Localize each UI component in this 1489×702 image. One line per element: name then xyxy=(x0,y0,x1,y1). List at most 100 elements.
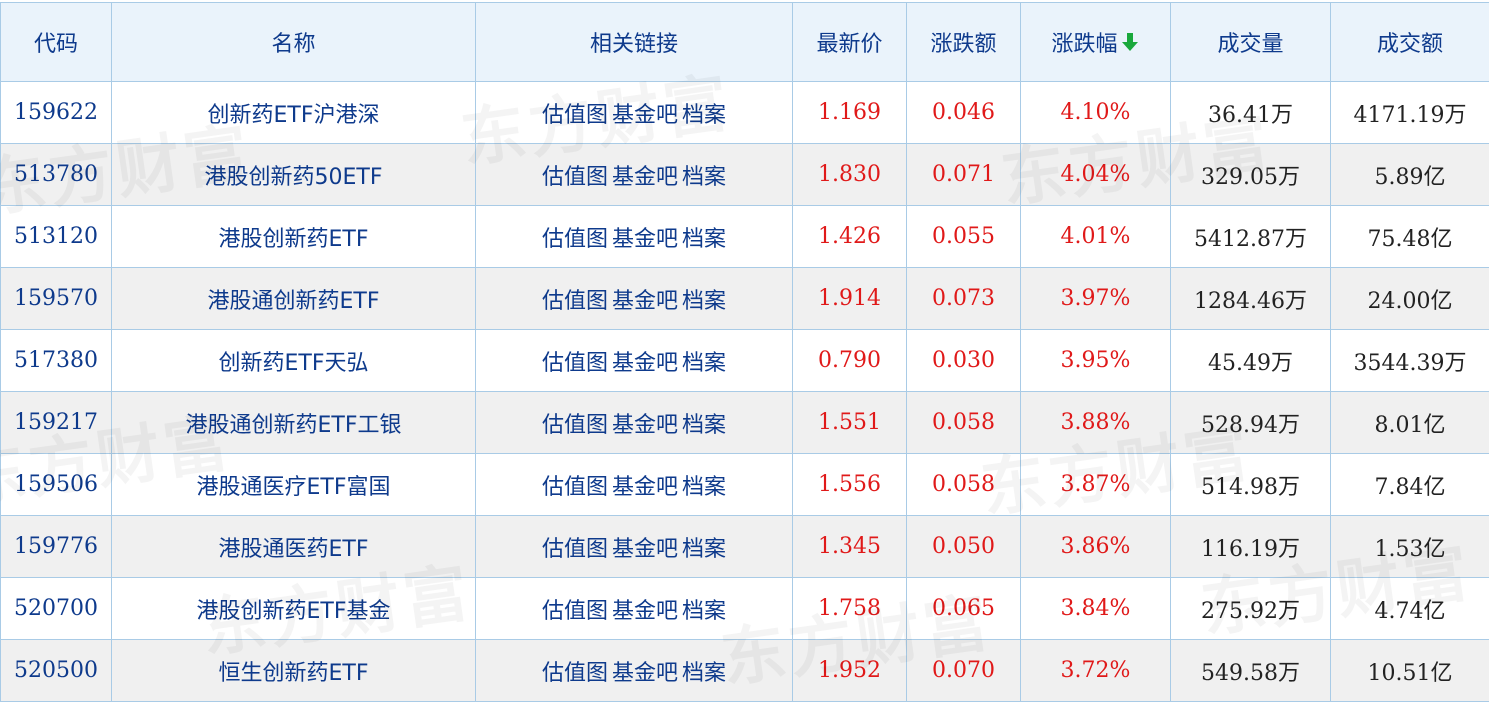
latest-price: 1.345 xyxy=(793,516,907,578)
link-valuation-chart[interactable]: 估值图 xyxy=(542,661,608,686)
header-links: 相关链接 xyxy=(476,3,793,82)
latest-price: 1.914 xyxy=(793,268,907,330)
header-change-pct-label: 涨跌幅 xyxy=(1051,32,1117,57)
link-fund-profile[interactable]: 档案 xyxy=(682,289,726,314)
link-valuation-chart[interactable]: 估值图 xyxy=(542,475,608,500)
link-fund-profile[interactable]: 档案 xyxy=(682,227,726,252)
fund-name[interactable]: 港股创新药ETF基金 xyxy=(112,578,476,640)
fund-name[interactable]: 港股通创新药ETF工银 xyxy=(112,392,476,454)
header-name[interactable]: 名称 xyxy=(112,3,476,82)
trade-volume: 36.41万 xyxy=(1171,82,1331,144)
link-fund-forum[interactable]: 基金吧 xyxy=(612,351,678,376)
link-fund-forum[interactable]: 基金吧 xyxy=(612,103,678,128)
link-valuation-chart[interactable]: 估值图 xyxy=(542,537,608,562)
fund-name[interactable]: 创新药ETF天弘 xyxy=(112,330,476,392)
header-code[interactable]: 代码 xyxy=(1,3,112,82)
link-fund-forum[interactable]: 基金吧 xyxy=(612,289,678,314)
header-volume[interactable]: 成交量 xyxy=(1171,3,1331,82)
change-percent: 4.01% xyxy=(1021,206,1171,268)
header-change-pct[interactable]: 涨跌幅 xyxy=(1021,3,1171,82)
change-percent: 3.86% xyxy=(1021,516,1171,578)
fund-name[interactable]: 港股通医药ETF xyxy=(112,516,476,578)
fund-name[interactable]: 港股创新药50ETF xyxy=(112,144,476,206)
fund-code[interactable]: 520700 xyxy=(1,578,112,640)
link-valuation-chart[interactable]: 估值图 xyxy=(542,289,608,314)
related-links: 估值图基金吧档案 xyxy=(476,640,793,702)
fund-name[interactable]: 恒生创新药ETF xyxy=(112,640,476,702)
related-links: 估值图基金吧档案 xyxy=(476,206,793,268)
related-links: 估值图基金吧档案 xyxy=(476,330,793,392)
change-amount: 0.065 xyxy=(907,578,1021,640)
latest-price: 1.758 xyxy=(793,578,907,640)
link-fund-forum[interactable]: 基金吧 xyxy=(612,413,678,438)
link-valuation-chart[interactable]: 估值图 xyxy=(542,165,608,190)
link-valuation-chart[interactable]: 估值图 xyxy=(542,351,608,376)
fund-code[interactable]: 159776 xyxy=(1,516,112,578)
change-amount: 0.030 xyxy=(907,330,1021,392)
link-fund-forum[interactable]: 基金吧 xyxy=(612,227,678,252)
fund-name[interactable]: 港股创新药ETF xyxy=(112,206,476,268)
link-fund-forum[interactable]: 基金吧 xyxy=(612,475,678,500)
link-fund-forum[interactable]: 基金吧 xyxy=(612,537,678,562)
change-percent: 3.84% xyxy=(1021,578,1171,640)
arrow-down-icon[interactable] xyxy=(1120,31,1140,59)
header-amount[interactable]: 成交额 xyxy=(1331,3,1489,82)
header-change[interactable]: 涨跌额 xyxy=(907,3,1021,82)
change-percent: 3.97% xyxy=(1021,268,1171,330)
table-row: 159506港股通医疗ETF富国估值图基金吧档案1.5560.0583.87%5… xyxy=(1,454,1489,516)
header-price[interactable]: 最新价 xyxy=(793,3,907,82)
fund-code[interactable]: 159506 xyxy=(1,454,112,516)
latest-price: 1.556 xyxy=(793,454,907,516)
link-fund-profile[interactable]: 档案 xyxy=(682,413,726,438)
header-row: 代码 名称 相关链接 最新价 涨跌额 涨跌幅 成交量 成交额 xyxy=(1,3,1489,82)
link-fund-profile[interactable]: 档案 xyxy=(682,599,726,624)
table-row: 520700港股创新药ETF基金估值图基金吧档案1.7580.0653.84%2… xyxy=(1,578,1489,640)
link-valuation-chart[interactable]: 估值图 xyxy=(542,103,608,128)
related-links: 估值图基金吧档案 xyxy=(476,578,793,640)
fund-code[interactable]: 513120 xyxy=(1,206,112,268)
trade-amount: 1.53亿 xyxy=(1331,516,1489,578)
link-fund-forum[interactable]: 基金吧 xyxy=(612,661,678,686)
fund-code[interactable]: 513780 xyxy=(1,144,112,206)
fund-code[interactable]: 159217 xyxy=(1,392,112,454)
link-fund-forum[interactable]: 基金吧 xyxy=(612,599,678,624)
link-fund-profile[interactable]: 档案 xyxy=(682,661,726,686)
fund-code[interactable]: 520500 xyxy=(1,640,112,702)
latest-price: 1.169 xyxy=(793,82,907,144)
link-fund-profile[interactable]: 档案 xyxy=(682,537,726,562)
change-percent: 3.72% xyxy=(1021,640,1171,702)
fund-code[interactable]: 159622 xyxy=(1,82,112,144)
table-row: 513120港股创新药ETF估值图基金吧档案1.4260.0554.01%541… xyxy=(1,206,1489,268)
trade-volume: 1284.46万 xyxy=(1171,268,1331,330)
related-links: 估值图基金吧档案 xyxy=(476,82,793,144)
link-fund-profile[interactable]: 档案 xyxy=(682,351,726,376)
table-row: 159776港股通医药ETF估值图基金吧档案1.3450.0503.86%116… xyxy=(1,516,1489,578)
trade-volume: 528.94万 xyxy=(1171,392,1331,454)
latest-price: 0.790 xyxy=(793,330,907,392)
latest-price: 1.952 xyxy=(793,640,907,702)
fund-name[interactable]: 港股通创新药ETF xyxy=(112,268,476,330)
change-percent: 4.04% xyxy=(1021,144,1171,206)
trade-volume: 5412.87万 xyxy=(1171,206,1331,268)
change-percent: 4.10% xyxy=(1021,82,1171,144)
link-fund-profile[interactable]: 档案 xyxy=(682,103,726,128)
table-row: 520500恒生创新药ETF估值图基金吧档案1.9520.0703.72%549… xyxy=(1,640,1489,702)
trade-amount: 4171.19万 xyxy=(1331,82,1489,144)
change-amount: 0.046 xyxy=(907,82,1021,144)
fund-code[interactable]: 517380 xyxy=(1,330,112,392)
fund-name[interactable]: 港股通医疗ETF富国 xyxy=(112,454,476,516)
trade-amount: 5.89亿 xyxy=(1331,144,1489,206)
fund-name[interactable]: 创新药ETF沪港深 xyxy=(112,82,476,144)
table-row: 517380创新药ETF天弘估值图基金吧档案0.7900.0303.95%45.… xyxy=(1,330,1489,392)
link-valuation-chart[interactable]: 估值图 xyxy=(542,413,608,438)
link-fund-profile[interactable]: 档案 xyxy=(682,475,726,500)
trade-volume: 116.19万 xyxy=(1171,516,1331,578)
link-fund-forum[interactable]: 基金吧 xyxy=(612,165,678,190)
link-valuation-chart[interactable]: 估值图 xyxy=(542,599,608,624)
etf-table: 代码 名称 相关链接 最新价 涨跌额 涨跌幅 成交量 成交额 159622创新药… xyxy=(0,2,1489,702)
trade-amount: 7.84亿 xyxy=(1331,454,1489,516)
table-row: 159217港股通创新药ETF工银估值图基金吧档案1.5510.0583.88%… xyxy=(1,392,1489,454)
link-valuation-chart[interactable]: 估值图 xyxy=(542,227,608,252)
fund-code[interactable]: 159570 xyxy=(1,268,112,330)
link-fund-profile[interactable]: 档案 xyxy=(682,165,726,190)
